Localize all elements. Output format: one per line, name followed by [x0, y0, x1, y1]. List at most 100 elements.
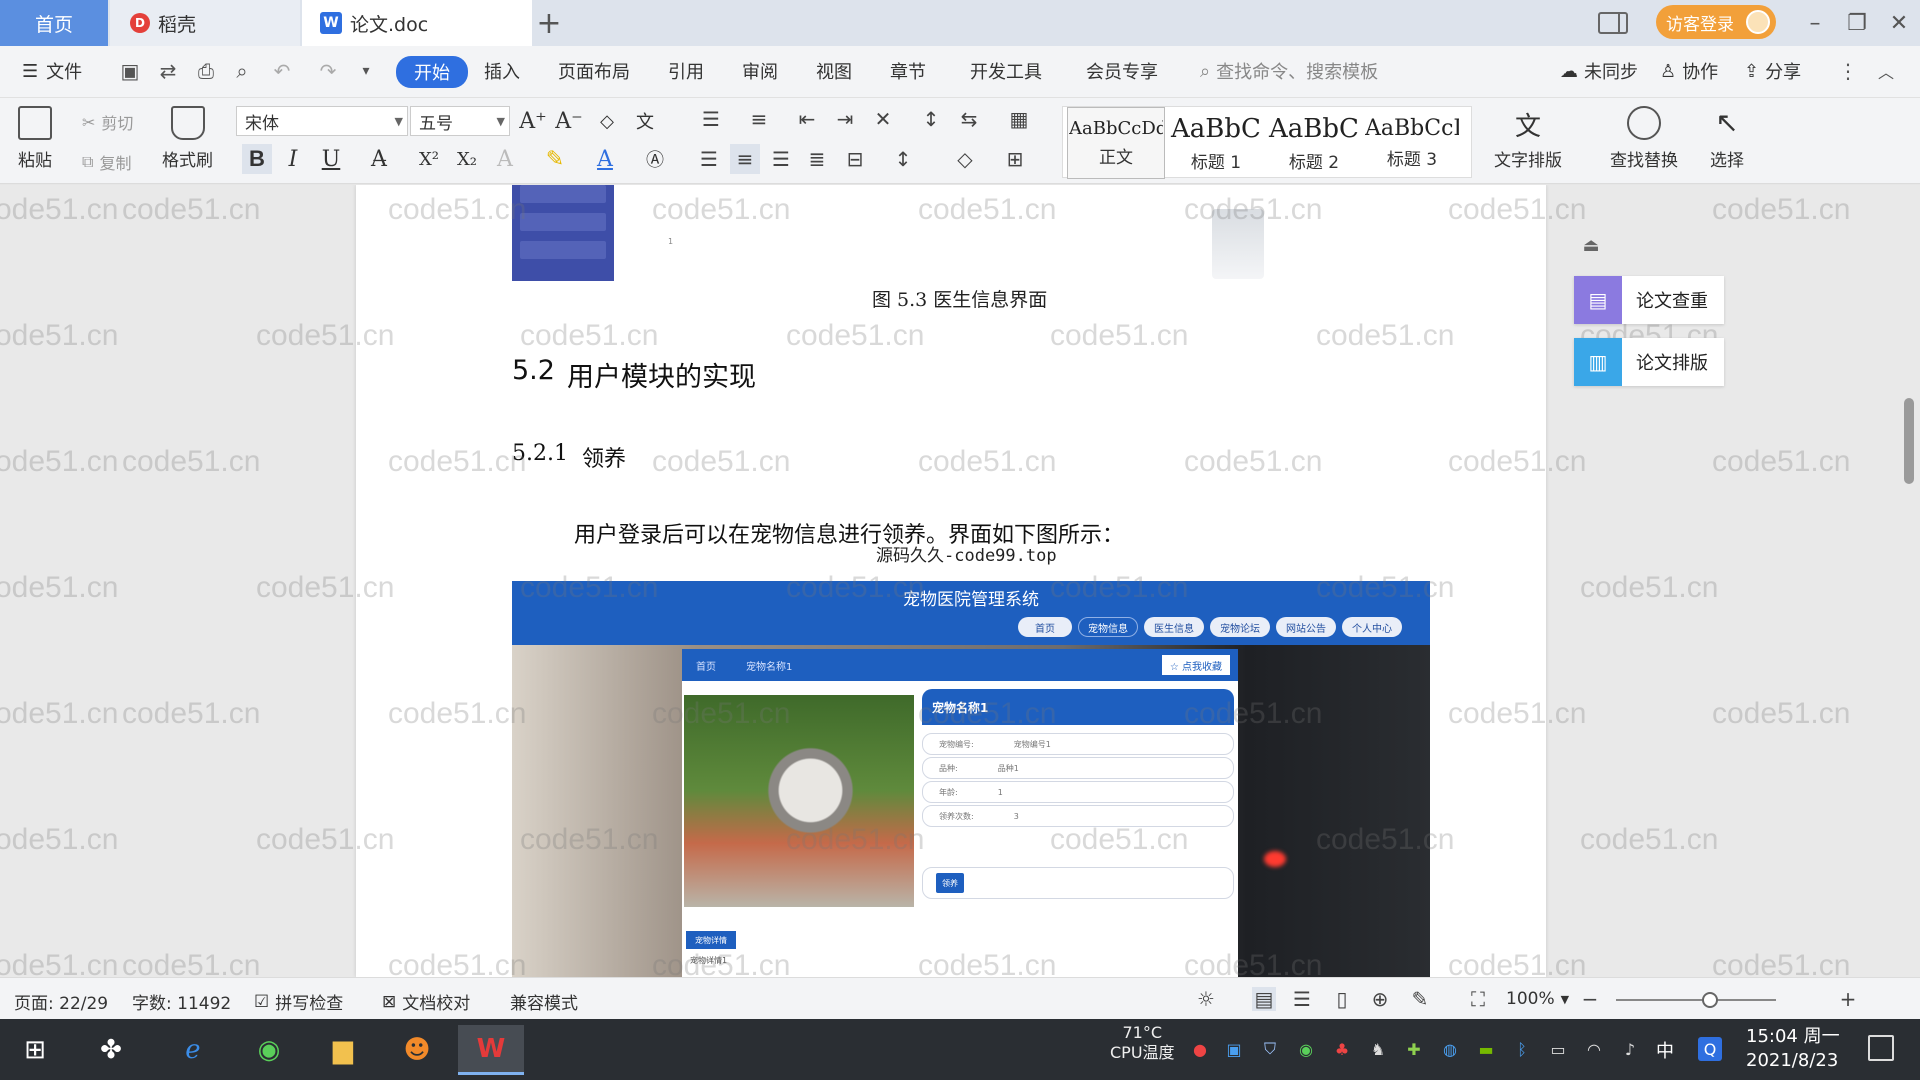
doc-proof-button[interactable]: ⊠ 文档校对 — [382, 989, 470, 1015]
font-name-select[interactable]: 宋体 ▼ — [236, 106, 408, 136]
battery-icon[interactable]: ▭ — [1546, 1037, 1570, 1061]
strikethrough-icon[interactable]: A̶ — [364, 144, 394, 174]
grow-font-icon[interactable]: A⁺ — [518, 106, 548, 136]
menu-developer[interactable]: 开发工具 — [970, 58, 1042, 84]
eye-protection-icon[interactable]: ☼ — [1194, 987, 1218, 1011]
menu-start[interactable]: 开始 — [396, 56, 468, 88]
input-method-indicator[interactable]: 中 — [1656, 1037, 1674, 1063]
menu-view[interactable]: 视图 — [816, 58, 852, 84]
tab-document[interactable]: W 论文.doc — [302, 0, 532, 46]
shading-icon[interactable]: ◇ — [950, 144, 980, 174]
highlight-icon[interactable]: ✎ — [540, 144, 570, 174]
subscript-icon[interactable]: X₂ — [452, 144, 482, 174]
360-browser-icon[interactable]: ◉ — [236, 1025, 302, 1075]
font-color-icon[interactable]: A — [590, 144, 620, 174]
word-count[interactable]: 字数: 11492 — [132, 989, 231, 1014]
menu-insert[interactable]: 插入 — [484, 58, 520, 84]
page-indicator[interactable]: 页面: 22/29 — [14, 989, 108, 1014]
tab-docer[interactable]: D 稻壳 — [110, 0, 300, 46]
collapse-ribbon-icon[interactable]: ︿ — [1874, 60, 1898, 82]
paste-button[interactable]: 粘贴 — [18, 106, 52, 171]
game-app-icon[interactable]: ☻ — [384, 1025, 450, 1075]
print-icon[interactable]: ⎙ — [194, 59, 218, 83]
cut-button[interactable]: ✂ 剪切 — [82, 110, 133, 134]
phonetic-guide-icon[interactable]: 文 — [630, 106, 660, 136]
shrink-font-icon[interactable]: A⁻ — [554, 106, 584, 136]
tab-home[interactable]: 首页 — [0, 0, 108, 46]
spell-check-button[interactable]: ☑ 拼写检查 — [254, 989, 343, 1015]
web-view-icon[interactable]: ⊕ — [1368, 987, 1392, 1011]
menu-member[interactable]: 会员专享 — [1086, 58, 1158, 84]
reading-view-icon[interactable]: ▯ — [1330, 987, 1354, 1011]
document-page[interactable]: 1 图 5.3 医生信息界面 5.2 用户模块的实现 5.2.1 领养 用户登录… — [356, 185, 1546, 977]
new-tab-button[interactable]: + — [534, 4, 564, 42]
style-heading-1[interactable]: AaBbC 标题 1 — [1167, 107, 1265, 179]
tray-app-icon[interactable]: ● — [1188, 1037, 1212, 1061]
shield-icon[interactable]: ⛉ — [1258, 1037, 1282, 1061]
zoom-out-icon[interactable]: − — [1578, 987, 1602, 1011]
char-border-icon[interactable]: Ⓐ — [640, 144, 670, 174]
format-painter-button[interactable]: 格式刷 — [162, 106, 213, 171]
collapse-panel-icon[interactable]: ⏏ — [1574, 228, 1608, 262]
windows-start-icon[interactable]: ⊞ — [2, 1025, 68, 1075]
close-icon[interactable]: ✕ — [1884, 8, 1914, 38]
copy-button[interactable]: ⧉ 复制 — [82, 150, 131, 174]
wifi-icon[interactable]: ◠ — [1582, 1037, 1606, 1061]
vertical-scrollbar[interactable] — [1904, 196, 1914, 976]
zoom-level-select[interactable]: 100% ▼ — [1506, 989, 1569, 1009]
italic-icon[interactable]: I — [278, 144, 308, 174]
write-mode-icon[interactable]: ✎ — [1408, 987, 1432, 1011]
zoom-slider-handle[interactable] — [1702, 992, 1719, 1008]
file-explorer-icon[interactable]: ▆ — [310, 1025, 376, 1075]
line-spacing-icon[interactable]: ↕ — [888, 144, 918, 174]
borders-icon[interactable]: ⊞ — [1000, 144, 1030, 174]
clock[interactable]: 15:04 周一 2021/8/23 — [1746, 1025, 1840, 1073]
menu-page-layout[interactable]: 页面布局 — [558, 58, 630, 84]
file-menu[interactable]: ☰ 文件 — [22, 58, 82, 84]
sort-icon[interactable]: ↕ — [916, 104, 946, 134]
guest-login-button[interactable]: 访客登录 — [1656, 5, 1776, 39]
chinese-layout-icon[interactable]: ✕ — [868, 104, 898, 134]
align-right-icon[interactable]: ☰ — [766, 144, 796, 174]
decrease-indent-icon[interactable]: ⇤ — [792, 104, 822, 134]
scrollbar-thumb[interactable] — [1904, 398, 1914, 484]
zoom-in-icon[interactable]: + — [1836, 987, 1860, 1011]
tray-app-icon[interactable]: ▣ — [1222, 1037, 1246, 1061]
outline-view-icon[interactable]: ☰ — [1290, 987, 1314, 1011]
menu-review[interactable]: 审阅 — [742, 58, 778, 84]
numbered-list-icon[interactable]: ≡ — [744, 104, 774, 134]
superscript-icon[interactable]: X² — [414, 144, 444, 174]
style-normal[interactable]: AaBbCcDd 正文 — [1067, 107, 1165, 179]
tray-app-icon[interactable]: ✚ — [1402, 1037, 1426, 1061]
panel-toggle-icon[interactable] — [1598, 12, 1628, 34]
notification-center-icon[interactable] — [1868, 1035, 1894, 1061]
tray-app-icon[interactable]: ♣ — [1330, 1037, 1354, 1061]
undo-icon[interactable]: ↶ — [270, 59, 294, 83]
menu-references[interactable]: 引用 — [668, 58, 704, 84]
redo-icon[interactable]: ↷ — [316, 59, 340, 83]
sync-status[interactable]: ☁ 未同步 — [1560, 58, 1638, 84]
show-marks-icon[interactable]: ⇆ — [954, 104, 984, 134]
collaborate-button[interactable]: ♙ 协作 — [1660, 58, 1718, 84]
plagiarism-check-button[interactable]: ▤ 论文查重 — [1574, 276, 1724, 324]
export-icon[interactable]: ⇄ — [156, 59, 180, 83]
minimize-icon[interactable]: – — [1800, 8, 1830, 38]
volume-icon[interactable]: ♪ — [1618, 1037, 1642, 1061]
sogou-ime-icon[interactable]: Q — [1698, 1037, 1722, 1061]
wps-office-icon[interactable]: W — [458, 1025, 524, 1075]
bluetooth-icon[interactable]: ᛒ — [1510, 1037, 1534, 1061]
table-tool-icon[interactable]: ▦ — [1004, 104, 1034, 134]
save-icon[interactable]: ▣ — [118, 59, 142, 83]
more-icon[interactable]: ⋮ — [1836, 59, 1860, 83]
paper-layout-button[interactable]: ▥ 论文排版 — [1574, 338, 1724, 386]
command-search[interactable]: ⌕ 查找命令、搜索模板 — [1200, 58, 1378, 84]
print-preview-icon[interactable]: ⌕ — [230, 59, 254, 83]
bullet-list-icon[interactable]: ☰ — [696, 104, 726, 134]
underline-icon[interactable]: U — [316, 144, 346, 174]
pinwheel-app-icon[interactable]: ✤ — [78, 1025, 144, 1075]
text-layout-button[interactable]: 文 文字排版 — [1494, 106, 1562, 171]
zoom-slider[interactable] — [1616, 992, 1776, 1008]
style-heading-3[interactable]: AaBbCcI 标题 3 — [1363, 107, 1461, 179]
customize-chevron-icon[interactable]: ▾ — [354, 60, 378, 82]
font-size-select[interactable]: 五号 ▼ — [410, 106, 510, 136]
